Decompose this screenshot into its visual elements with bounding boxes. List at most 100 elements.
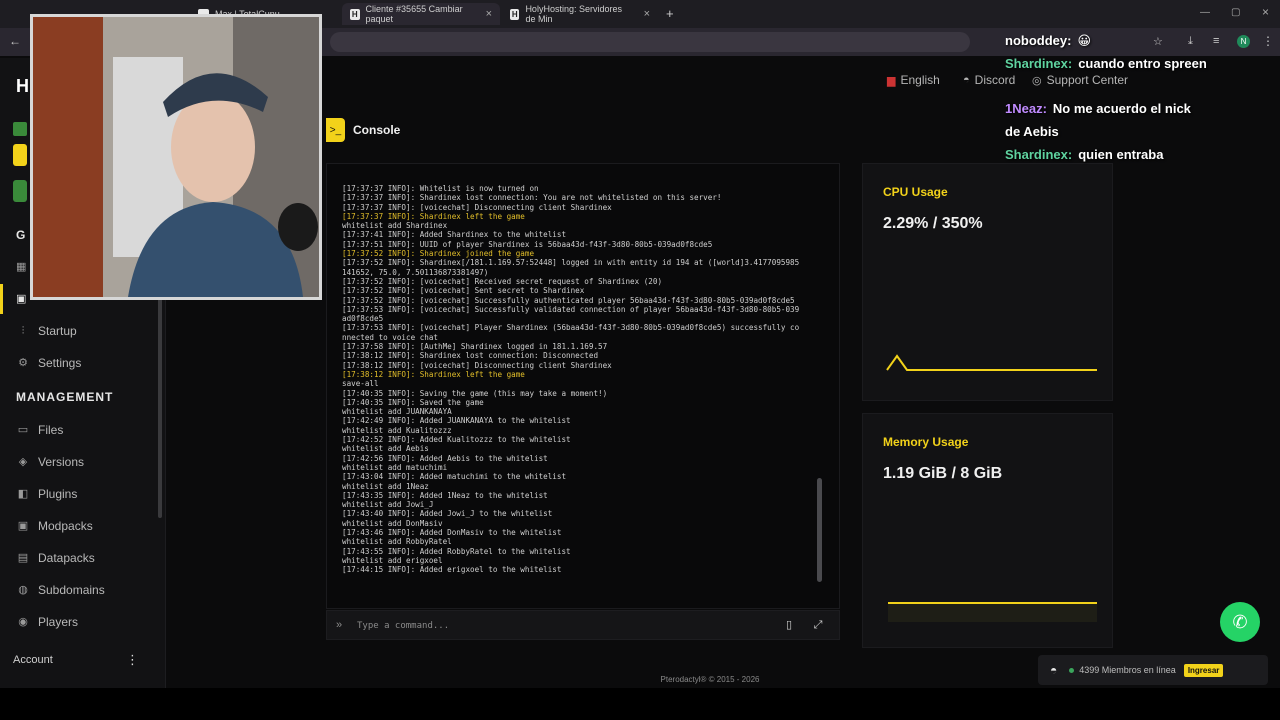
sidebar-item-plugins[interactable]: ◧ Plugins xyxy=(17,487,78,501)
console-line: [17:43:04 INFO]: Added matuchimi to the … xyxy=(342,472,567,482)
memory-graph-line xyxy=(888,602,1097,604)
console-line: nnected to voice chat xyxy=(342,332,439,342)
close-icon[interactable]: × xyxy=(486,8,492,20)
console-scrollbar[interactable] xyxy=(817,478,822,582)
memory-value: 1.19 GiB / 8 GiB xyxy=(883,465,1003,482)
console-line: [17:42:49 INFO]: Added JUANKANAYA to the… xyxy=(342,416,571,426)
chat-text: No me acuerdo el nick xyxy=(1052,101,1191,116)
sidebar-item-label: Plugins xyxy=(38,487,78,501)
footer-copyright: Pterodactyl® © 2015 - 2026 xyxy=(660,675,760,684)
sidebar-item-label: Settings xyxy=(38,356,82,370)
console-line: [17:42:52 INFO]: Added Kualitozzz to the… xyxy=(342,435,571,445)
language-selector[interactable]: ▆ English xyxy=(887,73,940,87)
menu-lines-icon[interactable]: ≡ xyxy=(1213,35,1219,47)
chat-username: 1Neaz: xyxy=(1005,101,1047,116)
back-icon[interactable]: ← xyxy=(9,34,21,48)
console-line: [17:37:52 INFO]: [voicechat] Successfull… xyxy=(342,295,795,305)
restart-button[interactable] xyxy=(13,180,27,202)
box-icon: ▣ xyxy=(17,520,29,532)
account-menu[interactable]: Account ⋮ xyxy=(0,652,166,682)
url-field[interactable] xyxy=(330,32,970,52)
gear-icon: ⚙ xyxy=(18,357,28,369)
console-nav-icon[interactable]: ▣ xyxy=(16,292,26,305)
whatsapp-button[interactable]: ✆ xyxy=(1220,602,1260,642)
cpu-usage-card: CPU Usage 2.29% / 350% xyxy=(862,163,1113,401)
sidebar-item-label: Versions xyxy=(38,455,85,469)
maximize-icon[interactable]: ▢ xyxy=(1231,7,1240,18)
browser-tab[interactable]: H HolyHosting: Servidores de Min × xyxy=(502,3,658,25)
minimize-icon[interactable]: — xyxy=(1200,7,1210,18)
console-line: [17:37:58 INFO]: [AuthMe] Shardinex logg… xyxy=(342,342,608,352)
folder-icon: ▭ xyxy=(17,424,29,436)
sidebar-item-label: Files xyxy=(38,423,64,437)
chat-message: Shardinex: cuando entro spreen xyxy=(1005,56,1207,71)
webcam-picture xyxy=(33,17,319,297)
sidebar-item-startup[interactable]: ⫶ Startup xyxy=(17,324,77,338)
console-line: [17:37:52 INFO]: Shardinex[/181.1.169.57… xyxy=(342,258,800,268)
chat-text: quien entraba xyxy=(1078,147,1164,162)
bottom-letterbox xyxy=(0,688,1280,720)
console-line: [17:43:55 INFO]: Added RobbyRatel to the… xyxy=(342,546,571,556)
console-line: whitelist add RobbyRatel xyxy=(342,537,452,547)
memory-label: Memory Usage xyxy=(883,435,969,449)
us-flag-icon: ▆ xyxy=(887,74,896,87)
console-output[interactable]: [17:37:37 INFO]: Whitelist is now turned… xyxy=(326,163,840,609)
console-line: [17:37:53 INFO]: [voicechat] Player Shar… xyxy=(342,323,800,333)
discord-widget: ◓ 4399 Miembros en línea Ingresar xyxy=(1038,655,1268,685)
discord-link[interactable]: ◓ Discord xyxy=(963,73,1015,87)
close-icon[interactable]: × xyxy=(644,8,650,20)
console-line: [17:37:37 INFO]: Whitelist is now turned… xyxy=(342,184,539,193)
sidebar-item-subdomains[interactable]: ◍ Subdomains xyxy=(17,583,105,597)
fullscreen-icon[interactable]: ⤢ xyxy=(811,618,825,632)
console-line: whitelist add Shardinex xyxy=(342,221,448,231)
console-lines: [17:37:37 INFO]: Whitelist is now turned… xyxy=(342,184,812,574)
console-line: whitelist add JUANKANAYA xyxy=(342,407,452,417)
cpu-value: 2.29% / 350% xyxy=(883,215,983,232)
console-line: [17:38:12 INFO]: Shardinex left the game xyxy=(342,369,525,379)
sidebar-item-label: Subdomains xyxy=(38,583,105,597)
download-icon[interactable]: ⤓ xyxy=(1188,35,1193,48)
chat-username: Shardinex: xyxy=(1005,147,1073,162)
console-line: whitelist add matuchimi xyxy=(342,462,448,472)
command-bar: » ▯ ⤢ xyxy=(326,610,840,640)
sidebar-item-players[interactable]: ◉ Players xyxy=(17,615,78,629)
sidebar-item-files[interactable]: ▭ Files xyxy=(17,423,64,437)
profile-avatar[interactable]: N xyxy=(1237,35,1250,48)
chat-message: de Aebis xyxy=(1005,124,1059,139)
sidebar-item-label: Modpacks xyxy=(38,519,93,533)
terminal-icon: >_ xyxy=(326,118,345,142)
console-line: whitelist add DonMasiv xyxy=(342,518,443,528)
chat-message: noboddey: 😀 xyxy=(1005,33,1091,49)
console-line: ad0f8cde5 xyxy=(342,314,384,324)
browser-tab[interactable]: H Cliente #35655 Cambiar paquet × xyxy=(342,3,500,25)
sidebar-section-heading: G xyxy=(16,228,27,242)
console-line: [17:42:56 INFO]: Added Aebis to the whit… xyxy=(342,453,548,463)
chat-text: 😀 xyxy=(1077,33,1091,48)
command-input[interactable] xyxy=(357,617,757,635)
console-line: [17:37:37 INFO]: Shardinex left the game xyxy=(342,211,525,221)
sidebar-item-versions[interactable]: ◈ Versions xyxy=(17,455,84,469)
console-line: whitelist add 1Neaz xyxy=(342,481,429,491)
console-line: [17:38:12 INFO]: [voicechat] Disconnecti… xyxy=(342,360,612,370)
sidebar-item-datapacks[interactable]: ▤ Datapacks xyxy=(17,551,95,565)
console-line: save-all xyxy=(342,379,379,389)
account-label: Account xyxy=(13,654,53,666)
grid-icon[interactable]: ▦ xyxy=(16,260,26,273)
more-icon[interactable]: ⋮ xyxy=(1262,34,1274,48)
new-tab-icon[interactable]: + xyxy=(666,6,674,21)
whatsapp-icon: ✆ xyxy=(1232,611,1248,632)
console-line: whitelist add Jowi_J xyxy=(342,500,434,510)
discord-join-button[interactable]: Ingresar xyxy=(1183,663,1224,677)
chat-username: noboddey: xyxy=(1005,33,1072,48)
sidebar-item-modpacks[interactable]: ▣ Modpacks xyxy=(17,519,93,533)
sidebar-item-settings[interactable]: ⚙ Settings xyxy=(17,356,81,370)
clipboard-icon[interactable]: ▯ xyxy=(782,618,796,632)
start-button[interactable] xyxy=(13,144,27,166)
kebab-menu-icon[interactable]: ⋮ xyxy=(126,652,139,668)
bookmark-icon[interactable]: ☆ xyxy=(1153,35,1163,48)
discord-label: Discord xyxy=(974,73,1016,87)
cpu-graph-line xyxy=(886,354,1097,371)
close-window-icon[interactable]: × xyxy=(1262,5,1269,19)
console-line: [17:40:35 INFO]: Saving the game (this m… xyxy=(342,388,608,398)
support-link[interactable]: ◎ Support Center xyxy=(1032,73,1128,87)
